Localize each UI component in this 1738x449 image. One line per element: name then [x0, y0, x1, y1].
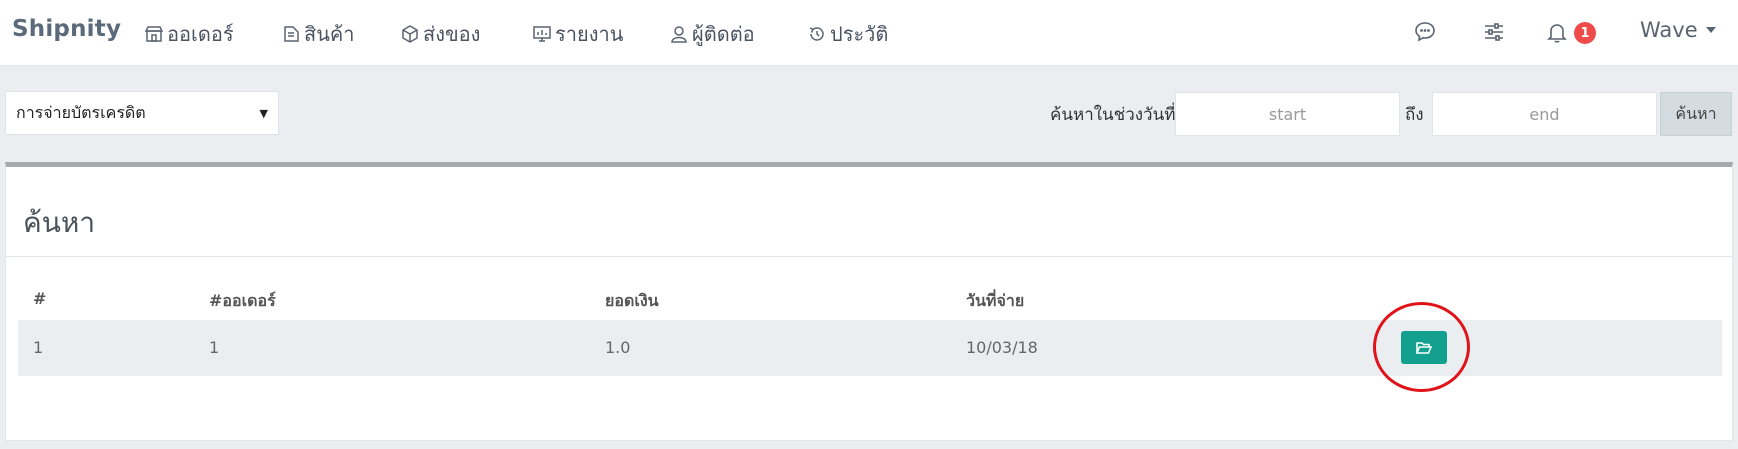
store-icon [145, 26, 163, 42]
search-button[interactable]: ค้นหา [1660, 92, 1732, 136]
notifications-button[interactable] [1545, 20, 1569, 48]
column-header-order: #ออเดอร์ [209, 291, 276, 310]
bell-icon [1547, 24, 1567, 43]
nav-item-label: ออเดอร์ [167, 22, 234, 46]
folder-open-icon [1416, 341, 1432, 354]
cell-paid-date: 10/03/18 [966, 338, 1038, 357]
results-panel: ค้นหา # #ออเดอร์ ยอดเงิน วันที่จ่าย 1 1 … [5, 162, 1733, 441]
nav-item-history[interactable]: ประวัติ [808, 18, 888, 50]
nav-item-orders[interactable]: ออเดอร์ [145, 18, 234, 50]
dropdown-arrow-icon: ▼ [259, 106, 268, 120]
chat-button[interactable] [1413, 20, 1437, 48]
column-header-paid-date: วันที่จ่าย [966, 291, 1025, 310]
column-header-amount: ยอดเงิน [605, 291, 659, 310]
nav-item-shipping[interactable]: ส่งของ [401, 18, 480, 50]
panel-title: ค้นหา [23, 206, 96, 239]
column-header-index: # [33, 289, 47, 308]
nav-item-contacts[interactable]: ผู้ติดต่อ [670, 18, 755, 50]
nav-item-label: รายงาน [555, 22, 624, 46]
user-menu[interactable]: Wave [1640, 18, 1716, 42]
user-name: Wave [1640, 18, 1698, 42]
settings-sliders-icon [1485, 23, 1503, 41]
nav-item-label: สินค้า [304, 22, 355, 46]
user-icon [671, 26, 687, 43]
date-range-label: ค้นหาในช่วงวันที่ [1050, 105, 1176, 125]
nav-item-label: ผู้ติดต่อ [692, 22, 755, 46]
panel-divider [6, 256, 1732, 257]
select-value: การจ่ายบัตรเครดิต [16, 102, 146, 122]
brand-logo[interactable]: Shipnity [12, 16, 121, 42]
nav-item-label: ส่งของ [423, 22, 481, 46]
payment-type-select[interactable]: การจ่ายบัตรเครดิต ▼ [5, 91, 279, 135]
settings-button[interactable] [1482, 20, 1506, 48]
nav-item-reports[interactable]: รายงาน [533, 18, 623, 50]
start-date-input[interactable] [1175, 92, 1400, 136]
to-label: ถึง [1405, 105, 1424, 125]
monitor-chart-icon [533, 26, 551, 42]
caret-down-icon [1705, 27, 1716, 33]
cell-index: 1 [33, 338, 44, 357]
open-detail-button[interactable] [1401, 331, 1447, 364]
end-date-input[interactable] [1432, 92, 1657, 136]
cell-amount: 1.0 [605, 338, 631, 357]
chat-icon [1415, 22, 1435, 42]
top-navbar: Shipnity ออเดอร์ สินค้า ส่งของ รายงาน ผู… [0, 0, 1738, 66]
box-icon [402, 25, 418, 43]
history-icon [809, 27, 824, 41]
table-row: 1 1 1.0 10/03/18 [18, 320, 1722, 376]
tag-icon [284, 26, 299, 42]
nav-item-label: ประวัติ [830, 22, 889, 46]
nav-item-products[interactable]: สินค้า [282, 18, 355, 50]
notification-badge: 1 [1574, 22, 1596, 44]
cell-order: 1 [209, 338, 220, 357]
